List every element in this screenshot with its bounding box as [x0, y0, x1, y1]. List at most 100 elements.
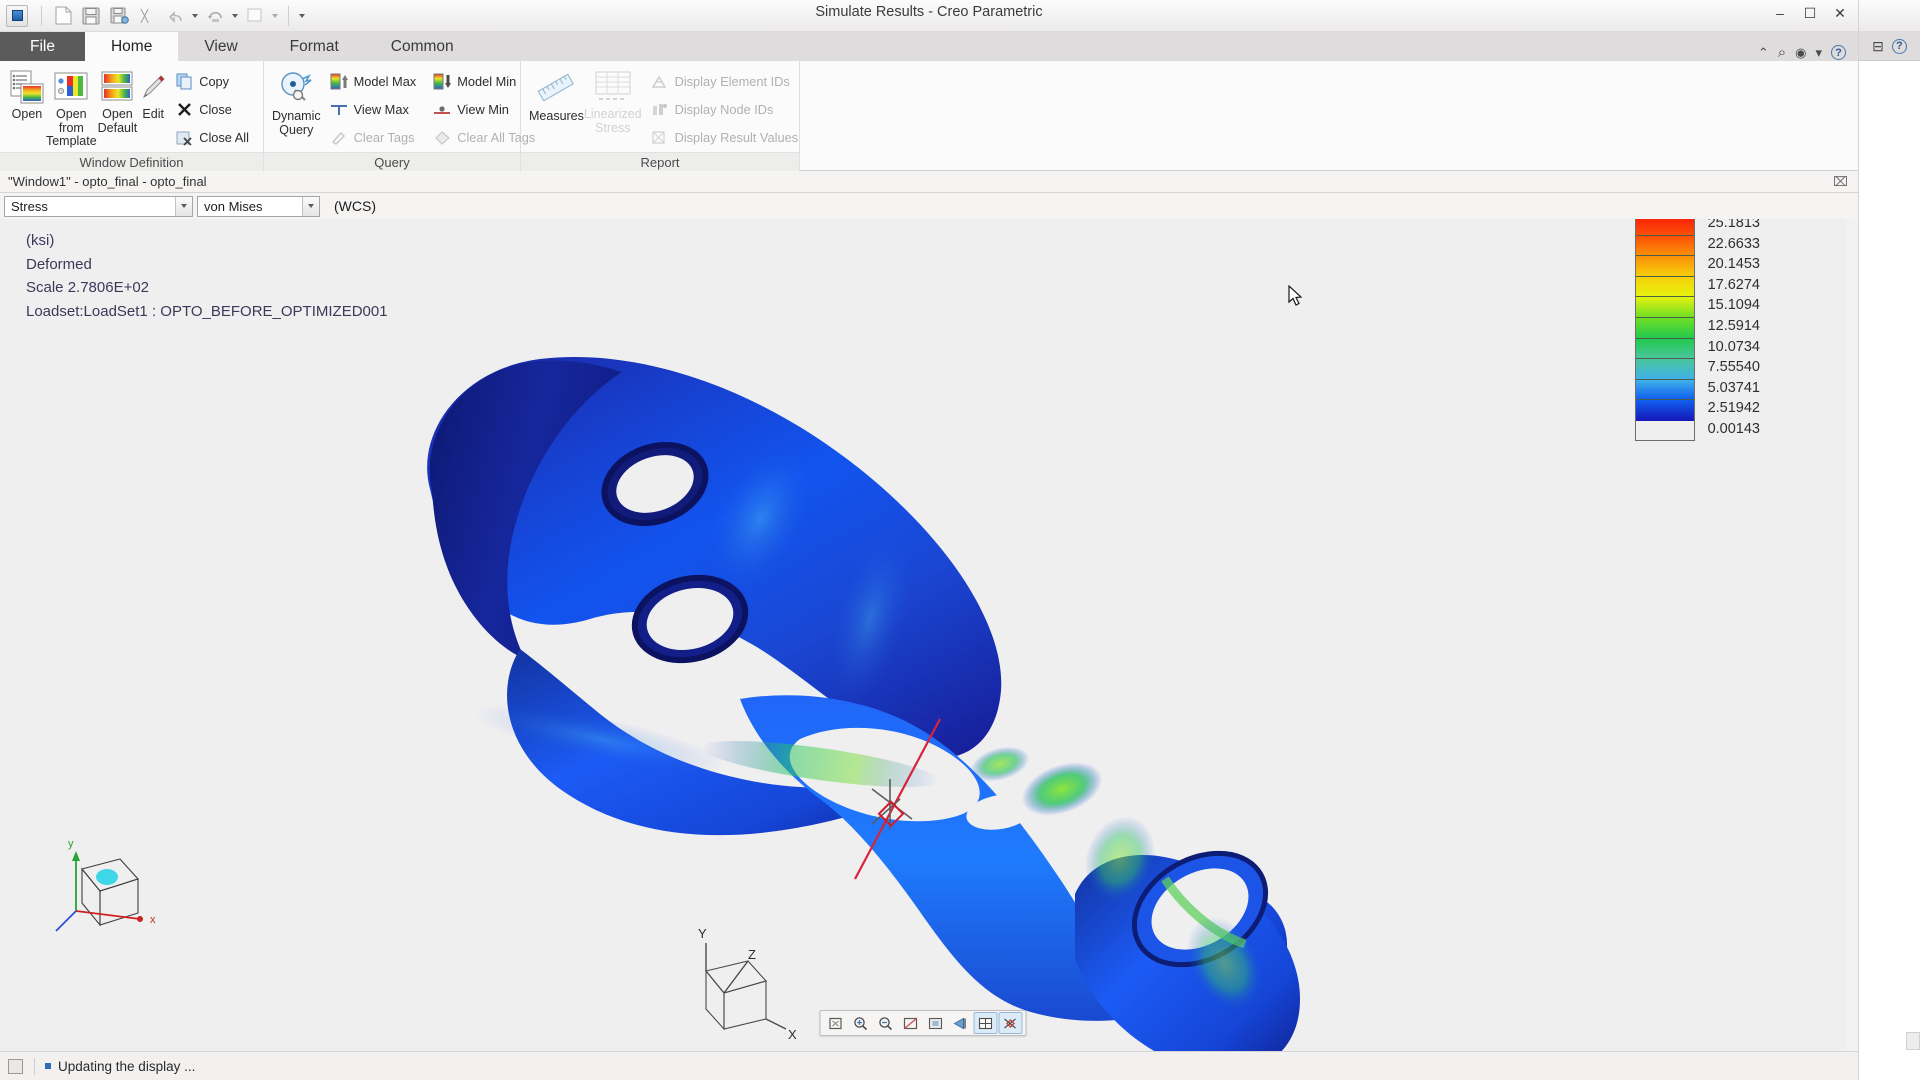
copy-button[interactable]: Copy — [172, 69, 255, 94]
ribbon-group-title-window-definition: Window Definition — [0, 152, 263, 171]
view-min-icon — [432, 101, 452, 119]
legend-band — [1636, 219, 1694, 236]
repaint-icon[interactable] — [899, 1012, 923, 1034]
view-max-button[interactable]: View Max — [327, 97, 423, 122]
clear-tags-label: Clear Tags — [354, 130, 415, 145]
save-as-icon[interactable] — [106, 4, 132, 28]
close-all-label: Close All — [199, 130, 249, 145]
display-result-values-label: Display Result Values — [675, 130, 799, 145]
view-max-icon — [329, 101, 349, 119]
annotation-display-icon[interactable] — [974, 1012, 998, 1034]
stress-component-select[interactable]: von Mises — [197, 196, 320, 217]
model-min-label: Model Min — [457, 74, 516, 89]
ribbon: Open Open from Template — [0, 61, 1858, 171]
edit-icon — [138, 72, 168, 102]
quick-access-toolbar: ╳ — [0, 0, 1858, 32]
display-node-ids-button: Display Node IDs — [648, 97, 805, 122]
measures-button[interactable]: Measures — [529, 67, 584, 124]
display-node-ids-icon — [650, 101, 670, 119]
stress-legend: 25.181322.663320.145317.627415.109412.59… — [1635, 219, 1760, 441]
status-bullet-icon — [45, 1063, 51, 1069]
close-all-icon — [174, 129, 194, 147]
tab-common[interactable]: Common — [365, 32, 480, 61]
coordinate-system-label: (WCS) — [334, 198, 376, 214]
rail-help-icon[interactable]: ? — [1892, 39, 1907, 54]
status-selection-checkbox[interactable] — [8, 1059, 23, 1074]
viewport-toolbar — [820, 1010, 1027, 1036]
tab-format[interactable]: Format — [264, 32, 365, 61]
close-button[interactable]: ✕ — [1826, 2, 1854, 24]
legend-value: 0.00143 — [1708, 420, 1760, 441]
ribbon-group-report: Measures — [521, 61, 800, 171]
view-max-label: View Max — [354, 102, 409, 117]
window-switch-dropdown-icon[interactable] — [269, 4, 281, 28]
model-triad: y x — [56, 838, 156, 931]
app-icon[interactable] — [6, 5, 28, 27]
stress-quantity-value: Stress — [5, 199, 175, 214]
tab-home[interactable]: Home — [85, 32, 178, 61]
svg-text:Y: Y — [698, 926, 707, 941]
display-style-icon[interactable] — [924, 1012, 948, 1034]
open-from-template-button[interactable]: Open from Template — [46, 67, 97, 149]
chevron-down-icon[interactable]: ▾ — [1815, 45, 1822, 61]
status-separator — [34, 1058, 35, 1075]
legend-band — [1636, 380, 1694, 401]
chevron-down-icon[interactable] — [175, 197, 192, 216]
open-button[interactable]: Open — [8, 67, 46, 122]
help-icon[interactable]: ? — [1831, 45, 1846, 60]
edit-button[interactable]: Edit — [138, 67, 168, 122]
rail-scroll-thumb[interactable] — [1906, 1032, 1920, 1050]
display-result-values-icon — [650, 129, 670, 147]
model-max-button[interactable]: Model Max — [327, 69, 423, 94]
regenerate-icon[interactable] — [202, 4, 228, 28]
spin-center-icon[interactable] — [999, 1012, 1023, 1034]
open-default-button[interactable]: Open Default — [97, 67, 139, 135]
saved-orientations-icon[interactable] — [949, 1012, 973, 1034]
results-window-close-icon[interactable]: ⌧ — [1833, 174, 1848, 190]
save-icon[interactable] — [78, 4, 104, 28]
view-min-label: View Min — [457, 102, 509, 117]
report-small-buttons: Display Element IDs Display Node IDs Dis… — [648, 67, 805, 150]
toolbar-separator — [41, 6, 42, 26]
chevron-down-icon[interactable] — [302, 197, 319, 216]
measures-label: Measures — [529, 110, 584, 124]
collapse-ribbon-icon[interactable]: ⌃ — [1758, 45, 1769, 61]
window-controls: – ☐ ✕ — [1766, 2, 1854, 24]
undo-icon[interactable] — [162, 4, 188, 28]
search-icon[interactable]: ⌕ — [1778, 44, 1786, 61]
customize-qat-icon[interactable] — [296, 4, 308, 28]
close-button-ribbon[interactable]: Close — [172, 97, 255, 122]
undo-dropdown-icon[interactable] — [189, 4, 201, 28]
clear-tags-icon — [329, 129, 349, 147]
refit-icon[interactable] — [824, 1012, 848, 1034]
view-triad: Y Z X — [698, 926, 797, 1042]
open-default-label: Open Default — [98, 108, 138, 135]
minimize-button[interactable]: – — [1766, 2, 1794, 24]
zoom-out-icon[interactable] — [874, 1012, 898, 1034]
display-result-values-button: Display Result Values — [648, 125, 805, 150]
rail-panel-body — [1859, 61, 1920, 1080]
model-min-icon — [432, 73, 452, 91]
zoom-in-icon[interactable] — [849, 1012, 873, 1034]
close-all-button[interactable]: Close All — [172, 125, 255, 150]
maximize-button[interactable]: ☐ — [1796, 2, 1824, 24]
window-switch-icon[interactable] — [242, 4, 268, 28]
rail-menu-icon[interactable]: ⊟ — [1872, 38, 1884, 55]
tab-file[interactable]: File — [0, 32, 85, 61]
dynamic-query-button[interactable]: Dynamic Query — [272, 67, 321, 137]
stress-quantity-select[interactable]: Stress — [4, 196, 193, 217]
results-window-tab[interactable]: "Window1" - opto_final - opto_final ⌧ — [0, 171, 1858, 193]
account-icon[interactable]: ◉ — [1795, 45, 1806, 61]
measures-ruler-icon — [535, 70, 577, 106]
result-selector-bar: Stress von Mises (WCS) — [0, 193, 1858, 219]
model-max-label: Model Max — [354, 74, 417, 89]
open-from-template-label: Open from Template — [46, 108, 97, 149]
new-file-icon[interactable] — [50, 4, 76, 28]
legend-value-list: 25.181322.663320.145317.627415.109412.59… — [1708, 219, 1760, 441]
stress-contour-model[interactable]: y x Y Z X — [0, 219, 1846, 1051]
close-window-icon[interactable]: ╳ — [134, 4, 160, 28]
status-message: Updating the display ... — [58, 1059, 195, 1074]
regenerate-dropdown-icon[interactable] — [229, 4, 241, 28]
graphics-viewport[interactable]: (ksi) Deformed Scale 2.7806E+02 Loadset:… — [0, 219, 1846, 1051]
tab-view[interactable]: View — [178, 32, 263, 61]
